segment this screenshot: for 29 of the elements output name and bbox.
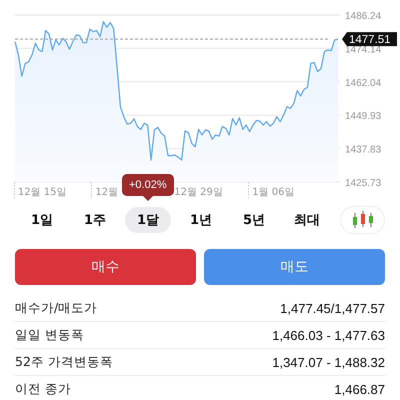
stat-value: 1,466.03 - 1,477.63	[272, 328, 385, 342]
stat-value: 1,466.87	[334, 382, 385, 396]
range-tab[interactable]: 1년	[178, 207, 224, 233]
range-tab[interactable]: 최대	[284, 207, 330, 233]
candlestick-button[interactable]	[340, 206, 385, 234]
buy-button[interactable]: 매수	[15, 249, 196, 285]
stat-value: 1,347.07 - 1,488.32	[272, 354, 385, 370]
change-tooltip: +0.02%	[122, 174, 174, 201]
axis-label: 1449.93	[345, 111, 382, 122]
axis-label: 12월 29일	[174, 187, 223, 198]
axis-label: 1462.04	[345, 78, 382, 89]
range-tab[interactable]: 5년	[231, 207, 277, 233]
axis-label: 12월 15일	[18, 187, 67, 198]
candlestick-icon	[350, 210, 374, 230]
axis-label: 1486.24	[345, 11, 382, 22]
range-tab[interactable]: 1주	[72, 207, 118, 233]
range-tab[interactable]: 1일	[19, 207, 65, 233]
stat-label: 이전 종가	[15, 380, 71, 398]
axis-label: 12월	[95, 187, 118, 198]
axis-label: 1425.73	[345, 178, 382, 189]
range-tab[interactable]: 1달	[125, 207, 171, 233]
stat-label: 일일 변동폭	[15, 326, 84, 344]
stat-label: 매수가/매도가	[15, 300, 98, 316]
stat-label: 52주 가격변동폭	[15, 354, 113, 370]
stat-value: 1,477.45/1,477.57	[280, 300, 385, 316]
axis-label: 1437.83	[345, 144, 382, 156]
price-tag: 1477.51	[342, 32, 397, 46]
axis-label: 1월 06일	[252, 187, 295, 198]
ref-line-label: 1477.51	[349, 34, 391, 46]
